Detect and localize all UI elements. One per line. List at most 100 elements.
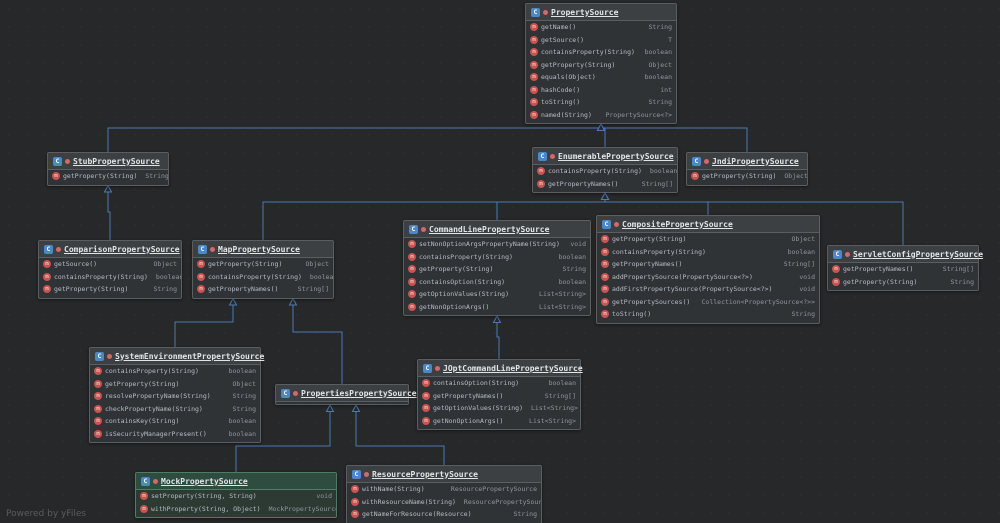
class-node-enumerable[interactable]: C EnumerablePropertySource m containsProper…: [532, 147, 678, 193]
class-header[interactable]: C PropertySource: [526, 4, 676, 21]
method-icon: m: [197, 260, 205, 269]
method-row[interactable]: mcontainsProperty(String) boolean: [90, 365, 260, 378]
method-row[interactable]: m withResourceName(String) ResourcePropert…: [347, 496, 541, 509]
class-node-command-line[interactable]: C CommandLinePropertySource m setNonOptionA…: [403, 220, 591, 316]
method-row[interactable]: m getProperty(String) Object: [526, 59, 676, 72]
class-node-map[interactable]: C MapPropertySource m getProperty(String) Ob…: [192, 240, 334, 299]
method-row[interactable]: m getPropertyNames() String[]: [418, 390, 580, 403]
method-row[interactable]: m isSecurityManagerPresent() boolean: [90, 428, 260, 441]
class-icon: C: [538, 151, 547, 161]
method-row[interactable]: m getSource() Object: [39, 258, 181, 271]
method-name: containsKey(String): [105, 417, 180, 426]
method-icon: m: [530, 73, 538, 82]
class-header[interactable]: C JndiPropertySource: [687, 153, 807, 170]
method-row[interactable]: m addFirstPropertySource(PropertySource<?…: [597, 283, 819, 296]
method-row[interactable]: m getProperty(String) String: [828, 276, 978, 289]
method-row[interactable]: mcontainsProperty(String) boolean: [597, 246, 819, 259]
method-row[interactable]: m getNameForResource(Resource) String: [347, 508, 541, 521]
method-icon: m: [408, 302, 416, 311]
inheritance-edge-comparison-to-stub: [107, 192, 111, 240]
class-header[interactable]: C SystemEnvironmentPropertySource: [90, 348, 264, 365]
method-row[interactable]: m getName() String: [526, 21, 676, 34]
inheritance-arrowhead: [492, 314, 502, 323]
method-row[interactable]: m equals(Object) boolean: [526, 71, 676, 84]
class-header[interactable]: C JOptCommandLinePropertySource: [418, 360, 583, 377]
method-icon: m: [832, 265, 840, 274]
method-row[interactable]: m getNonOptionArgs() List<String>: [418, 415, 580, 428]
method-row[interactable]: m resolvePropertyName(String) String: [90, 390, 260, 403]
method-row[interactable]: m containsOption(String) boolean: [418, 377, 580, 390]
method-row[interactable]: m addPropertySource(PropertySource<?>) voi…: [597, 271, 819, 284]
class-header[interactable]: C MockPropertySource: [136, 473, 336, 490]
class-header[interactable]: C ResourcePropertySource: [347, 466, 541, 483]
method-row[interactable]: m toString() String: [597, 308, 819, 321]
method-row[interactable]: m getPropertyNames() String[]: [533, 178, 677, 191]
class-header[interactable]: C ComparisonPropertySource: [39, 241, 181, 258]
method-row[interactable]: m getPropertyNames() String[]: [828, 263, 978, 276]
method-row[interactable]: mcontainsProperty(String) boolean: [193, 271, 333, 284]
method-icon: m: [94, 404, 102, 413]
class-node-composite[interactable]: C CompositePropertySource m getProperty(Str…: [596, 215, 820, 324]
class-header[interactable]: C EnumerablePropertySource: [533, 148, 677, 165]
method-row[interactable]: m hashCode() int: [526, 84, 676, 97]
class-node-jopt-command-line[interactable]: C JOptCommandLinePropertySource m containsO…: [417, 359, 583, 430]
method-name: containsProperty(String): [54, 272, 148, 281]
method-row[interactable]: m getProperty(String) String: [48, 170, 168, 183]
method-row[interactable]: m getPropertyNames() String[]: [597, 258, 819, 271]
method-row[interactable]: m containsOption(String) boolean: [404, 276, 590, 289]
method-row[interactable]: m toString() String: [526, 96, 676, 109]
class-node-jndi[interactable]: C JndiPropertySource m getProperty(String) O…: [686, 152, 808, 186]
method-row[interactable]: m withName(String) ResourcePropertySource: [347, 483, 541, 496]
method-return-type: String: [232, 404, 256, 413]
class-header[interactable]: C StubPropertySource: [48, 153, 168, 170]
method-row[interactable]: m setNonOptionArgsPropertyName(String) voi…: [404, 238, 590, 251]
method-row[interactable]: m getOptionValues(String) List<String>: [418, 402, 580, 415]
method-return-type: List<String>: [539, 290, 586, 299]
method-row[interactable]: mcontainsProperty(String) boolean: [526, 46, 676, 59]
class-name: StubPropertySource: [73, 156, 160, 166]
method-row[interactable]: m setProperty(String, String) void: [136, 490, 336, 503]
class-node-resource[interactable]: C ResourcePropertySource m withName(String)…: [346, 465, 542, 523]
method-row[interactable]: mcontainsProperty(String) boolean: [533, 165, 677, 178]
method-row[interactable]: m checkPropertyName(String) String: [90, 403, 260, 416]
method-row[interactable]: m getPropertySources() Collection<Property…: [597, 296, 819, 309]
method-row[interactable]: m getProperty(String) Object: [90, 378, 260, 391]
class-node-properties[interactable]: C PropertiesPropertySource: [275, 384, 417, 405]
class-node-comparison[interactable]: C ComparisonPropertySource m getSource() Obj…: [38, 240, 182, 299]
method-row[interactable]: m withProperty(String, Object) MockPropert…: [136, 503, 336, 516]
method-row[interactable]: mcontainsProperty(String) boolean: [39, 271, 181, 284]
method-row[interactable]: m getProperty(String) Object: [597, 233, 819, 246]
method-row[interactable]: m getProperty(String) String: [404, 263, 590, 276]
method-icon: m: [422, 404, 430, 413]
class-node-system-environment[interactable]: C SystemEnvironmentPropertySource m contain…: [89, 347, 264, 443]
method-row[interactable]: mcontainsProperty(String) boolean: [404, 251, 590, 264]
method-row[interactable]: m getProperty(String) Object: [193, 258, 333, 271]
class-header[interactable]: C MapPropertySource: [193, 241, 333, 258]
method-row[interactable]: m getProperty(String) Object: [687, 170, 807, 183]
class-node-stub[interactable]: C StubPropertySource m getProperty(String) S…: [47, 152, 169, 186]
key-icon: [614, 221, 619, 227]
class-header[interactable]: C ServletConfigPropertySource: [828, 246, 983, 263]
class-header[interactable]: C CommandLinePropertySource: [404, 221, 590, 238]
class-node-property-source[interactable]: C PropertySource m getName() String m getSourc…: [525, 3, 677, 124]
method-row[interactable]: m getPropertyNames() String[]: [193, 283, 333, 296]
method-icon: m: [43, 260, 51, 269]
class-icon: C: [281, 388, 290, 398]
method-return-type: Object: [305, 260, 329, 269]
method-icon: m: [530, 35, 538, 44]
method-row[interactable]: m getSource() T: [526, 34, 676, 47]
class-header[interactable]: C CompositePropertySource: [597, 216, 819, 233]
class-name: PropertySource: [551, 7, 619, 17]
method-return-type: String: [153, 285, 177, 294]
method-row[interactable]: m getOptionValues(String) List<String>: [404, 288, 590, 301]
class-header[interactable]: C PropertiesPropertySource: [276, 385, 417, 402]
class-node-servlet-config[interactable]: C ServletConfigPropertySource m getProperty…: [827, 245, 983, 291]
class-node-mock[interactable]: C MockPropertySource m setProperty(String, …: [135, 472, 337, 518]
uml-diagram-canvas[interactable]: C PropertySource m getName() String m getSourc…: [0, 0, 1000, 523]
class-name: ServletConfigPropertySource: [853, 249, 984, 259]
method-row[interactable]: m containsKey(String) boolean: [90, 415, 260, 428]
method-return-type: Object: [648, 60, 672, 69]
method-row[interactable]: m getProperty(String) String: [39, 283, 181, 296]
method-row[interactable]: m named(String) PropertySource<?>: [526, 109, 676, 122]
method-row[interactable]: m getNonOptionArgs() List<String>: [404, 301, 590, 314]
